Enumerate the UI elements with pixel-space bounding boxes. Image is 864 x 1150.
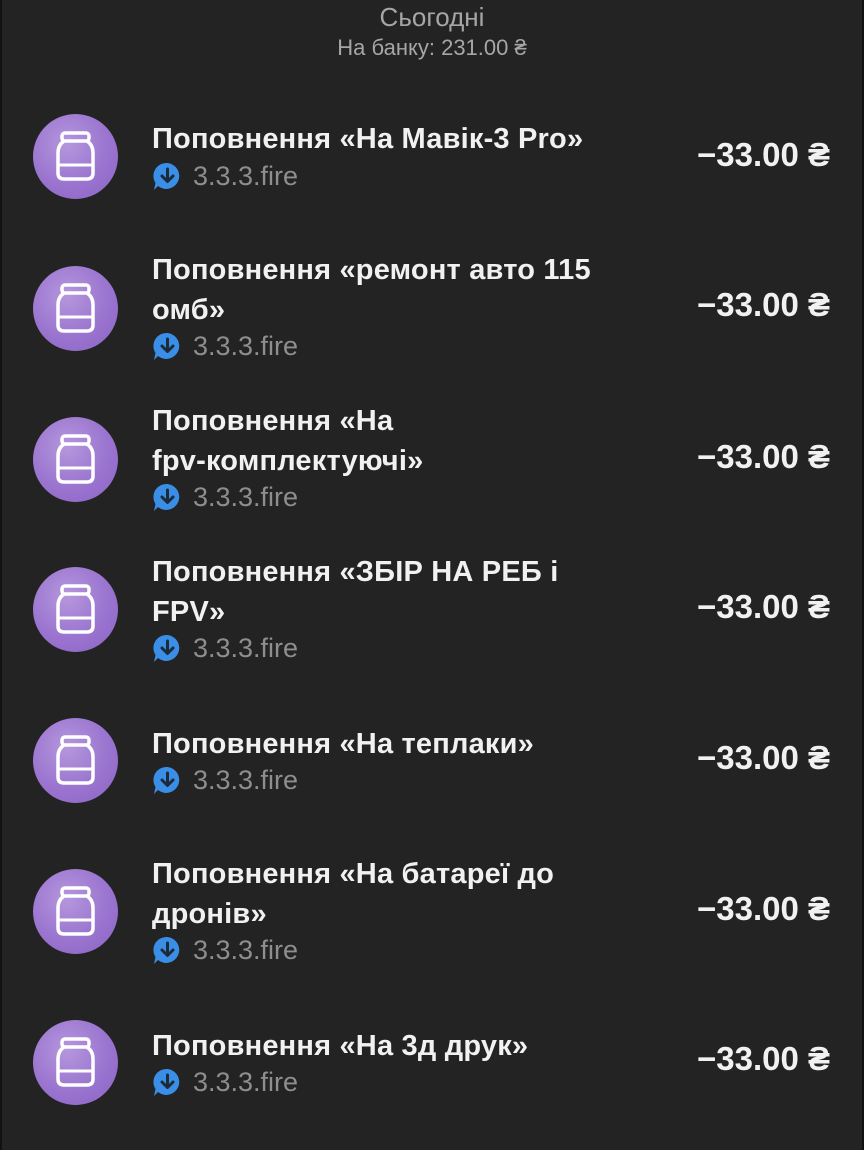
jar-icon [56,1037,95,1087]
transaction-row[interactable]: Поповнення «На 3д друк» 3.3.3.fire −33.0… [0,1000,864,1140]
transaction-row[interactable]: Поповнення «На теплаки» 3.3.3.fire −33.0… [0,700,864,840]
transaction-title: Поповнення «На Мавік-3 Pro» [152,119,652,159]
chat-arrow-down-icon [153,936,180,964]
jar-icon [56,434,95,484]
transaction-title-line: Поповнення «На теплаки» [152,728,534,760]
jar-icon [56,283,95,333]
jar-avatar [33,1020,118,1105]
transaction-source: 3.3.3.fire [152,632,298,664]
transaction-amount: −33.00 ₴ [696,438,830,475]
transaction-title-line: FPV» [152,596,226,628]
transaction-title-line: дронів» [152,898,267,930]
transaction-source: 3.3.3.fire [152,764,298,796]
transaction-amount: −33.00 ₴ [696,890,830,927]
transaction-source: 3.3.3.fire [152,330,298,362]
chat-arrow-down-icon [153,1068,180,1096]
transaction-title: Поповнення «На теплаки» [152,724,652,764]
transaction-title: Поповнення «ремонт авто 115 омб» [152,250,652,330]
jar-avatar [33,567,118,652]
transaction-row[interactable]: Поповнення «На батареї до дронів» 3.3.3.… [0,850,864,990]
jar-avatar [33,718,118,803]
chat-arrow-down-icon [153,483,180,511]
transaction-title: Поповнення «На fpv-комплектуючі» [152,401,652,481]
jar-avatar [33,417,118,502]
jar-icon [56,584,95,634]
date-title: Сьогодні [379,2,485,32]
transaction-title-line: Поповнення «На Мавік-3 Pro» [152,123,584,155]
source-label: 3.3.3.fire [193,330,299,361]
transaction-amount: −33.00 ₴ [696,588,830,625]
jar-avatar [33,114,118,199]
chat-arrow-down-icon [153,332,180,360]
source-label: 3.3.3.fire [193,481,299,512]
transaction-title-line: Поповнення «На [152,405,394,437]
transaction-amount: −33.00 ₴ [696,1040,830,1077]
chat-arrow-down-icon [153,162,180,190]
transaction-source: 3.3.3.fire [152,481,298,513]
transaction-title-line: омб» [152,294,226,326]
jar-avatar [33,266,118,351]
transaction-amount: −33.00 ₴ [696,286,830,323]
source-label: 3.3.3.fire [193,764,299,795]
transaction-row[interactable]: Поповнення «ЗБІР НА РЕБ і FPV» 3.3.3.fir… [0,550,864,690]
transaction-source: 3.3.3.fire [152,1066,298,1098]
transaction-row[interactable]: Поповнення «На fpv-комплектуючі» 3.3.3.f… [0,400,864,540]
transaction-title-line: Поповнення «На 3д друк» [152,1030,529,1062]
transaction-title: Поповнення «ЗБІР НА РЕБ і FPV» [152,552,652,632]
jar-icon [56,886,95,936]
transaction-title-line: fpv-комплектуючі» [152,445,424,477]
jar-icon [56,735,95,785]
transaction-amount: −33.00 ₴ [696,136,830,173]
jar-avatar [33,869,118,954]
source-label: 3.3.3.fire [193,632,299,663]
jar-balance: На банку: 231.00 ₴ [337,35,527,60]
transaction-row[interactable]: Поповнення «На Мавік-3 Pro» 3.3.3.fire −… [0,100,864,240]
transaction-source: 3.3.3.fire [152,160,298,192]
source-label: 3.3.3.fire [193,1066,299,1097]
transaction-row[interactable]: Поповнення «ремонт авто 115 омб» 3.3.3.f… [0,250,864,390]
source-label: 3.3.3.fire [193,160,299,191]
chat-arrow-down-icon [153,766,180,794]
transaction-source: 3.3.3.fire [152,934,298,966]
transaction-title-line: Поповнення «На батареї до [152,858,555,890]
source-label: 3.3.3.fire [193,934,299,965]
transaction-amount: −33.00 ₴ [696,739,830,776]
transaction-title: Поповнення «На батареї до дронів» [152,854,652,934]
chat-arrow-down-icon [153,634,180,662]
jar-icon [56,131,95,181]
transaction-title: Поповнення «На 3д друк» [152,1026,652,1066]
transaction-title-line: Поповнення «ремонт авто 115 [152,254,591,286]
transaction-title-line: Поповнення «ЗБІР НА РЕБ і [152,556,559,588]
